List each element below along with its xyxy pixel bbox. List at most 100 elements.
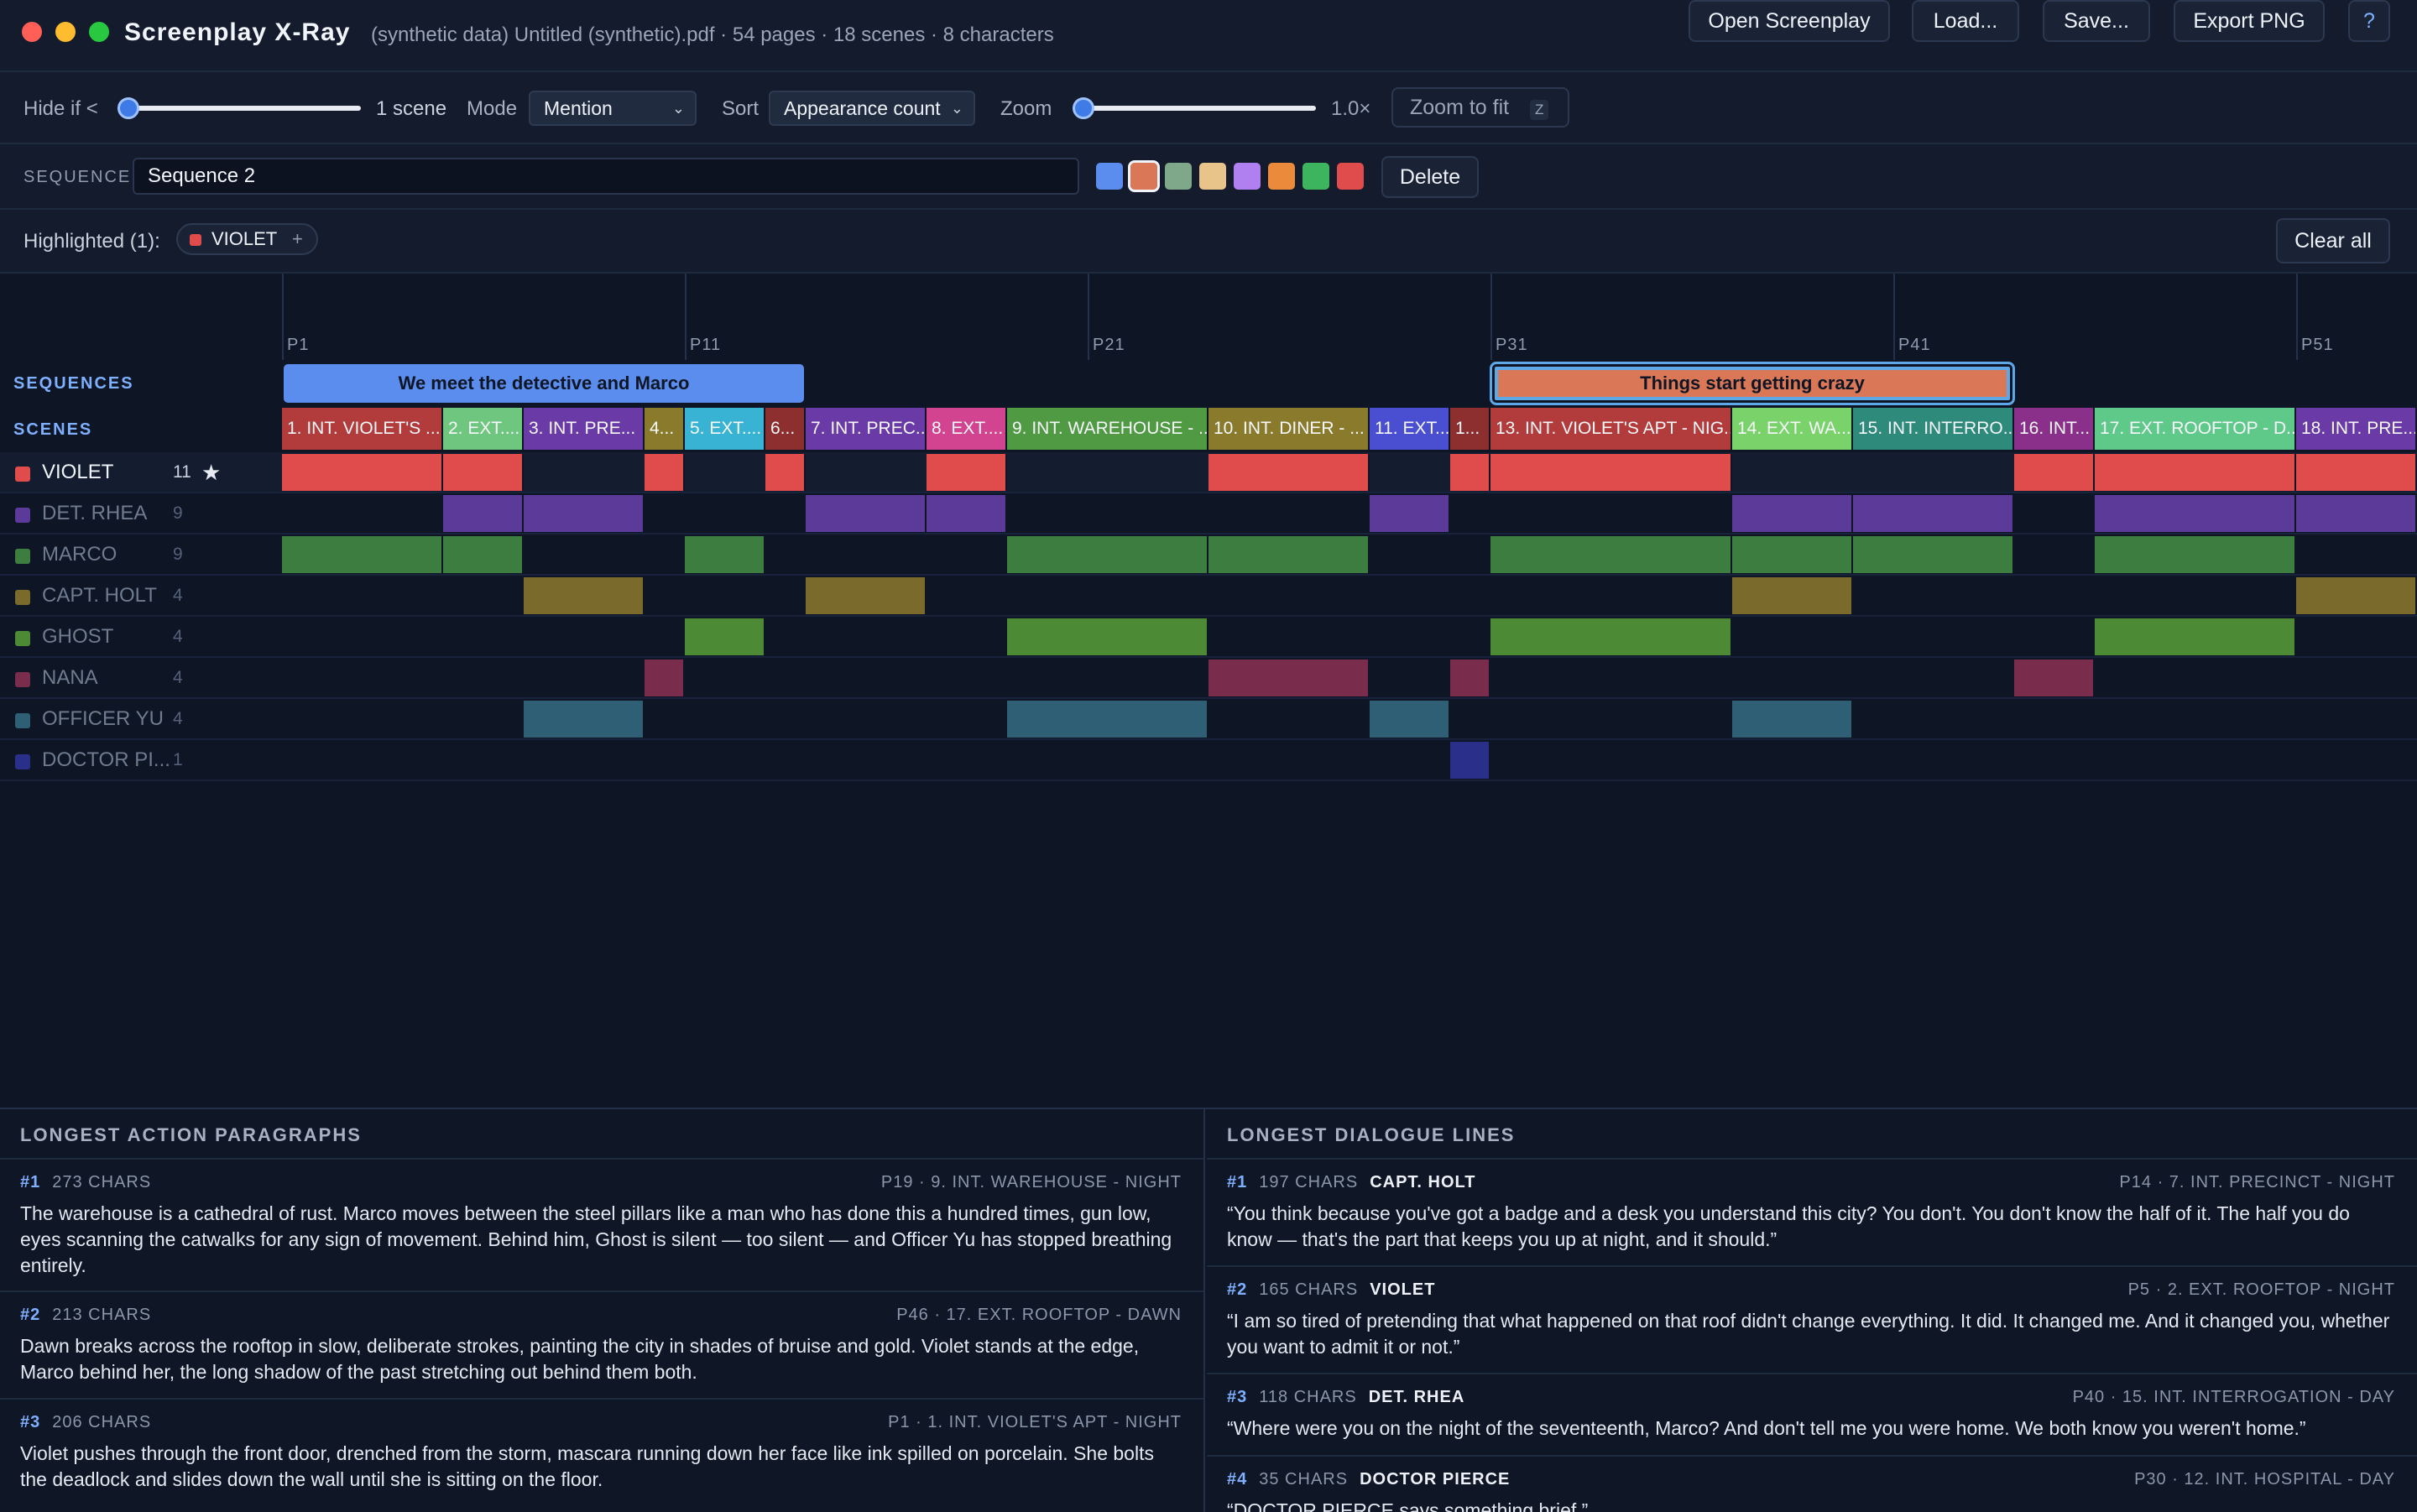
sequence-block[interactable]: Things start getting crazy [1492, 364, 2012, 403]
sequence-block[interactable]: We meet the detective and Marco [284, 364, 804, 403]
scene-block[interactable]: 1. INT. VIOLET'S ... [282, 408, 443, 450]
appearance-cell[interactable] [1450, 660, 1490, 696]
slider-thumb[interactable] [117, 97, 139, 119]
appearance-cell[interactable] [1370, 495, 1450, 532]
appearance-cell[interactable] [443, 454, 524, 491]
appearance-cell[interactable] [806, 577, 927, 614]
scene-block[interactable]: 14. EXT. WA... [1732, 408, 1853, 450]
appearance-cell[interactable] [1208, 536, 1370, 573]
appearance-cell[interactable] [1007, 536, 1208, 573]
appearance-cell[interactable] [1450, 454, 1490, 491]
hide-threshold-slider[interactable] [117, 97, 361, 119]
appearance-cell[interactable] [685, 536, 765, 573]
appearance-cell[interactable] [1490, 536, 1732, 573]
scene-location[interactable]: P14 · 7. INT. PRECINCT - NIGHT [2119, 1173, 2395, 1192]
appearance-cell[interactable] [443, 495, 524, 532]
close-window-button[interactable] [22, 22, 42, 42]
appearance-cell[interactable] [1853, 536, 2014, 573]
scene-block[interactable]: 2. EXT.... [443, 408, 524, 450]
appearance-cell[interactable] [2296, 454, 2417, 491]
scene-location[interactable]: P30 · 12. INT. HOSPITAL - DAY [2134, 1470, 2395, 1489]
color-swatch[interactable] [1337, 163, 1364, 190]
scene-block[interactable]: 5. EXT.... [685, 408, 765, 450]
appearance-cell[interactable] [524, 495, 645, 532]
scene-block[interactable]: 11. EXT.... [1370, 408, 1450, 450]
scene-block[interactable]: 15. INT. INTERRO... [1853, 408, 2014, 450]
save-button[interactable]: Save... [2043, 0, 2150, 42]
appearance-cell[interactable] [2014, 454, 2095, 491]
appearance-cell[interactable] [2095, 495, 2296, 532]
appearance-cell[interactable] [282, 454, 443, 491]
appearance-cell[interactable] [282, 536, 443, 573]
appearance-cell[interactable] [2095, 536, 2296, 573]
scene-block[interactable]: 18. INT. PRE... [2296, 408, 2417, 450]
appearance-cell[interactable] [524, 577, 645, 614]
color-swatch[interactable] [1128, 160, 1160, 192]
load-button[interactable]: Load... [1912, 0, 2019, 42]
color-swatch[interactable] [1165, 163, 1192, 190]
sequence-name-input[interactable]: Sequence 2 [133, 158, 1079, 195]
scene-block[interactable]: 16. INT... [2014, 408, 2095, 450]
color-swatch[interactable] [1234, 163, 1261, 190]
appearance-cell[interactable] [1450, 742, 1490, 779]
appearance-cell[interactable] [443, 536, 524, 573]
scene-location[interactable]: P19 · 9. INT. WAREHOUSE - NIGHT [881, 1173, 1182, 1192]
scene-block[interactable]: 6... [765, 408, 806, 450]
mode-select[interactable]: Mention ⌄ [529, 91, 697, 126]
appearance-cell[interactable] [685, 618, 765, 655]
scene-block[interactable]: 7. INT. PREC... [806, 408, 927, 450]
star-icon[interactable]: ★ [201, 452, 221, 493]
scene-block[interactable]: 17. EXT. ROOFTOP - D... [2095, 408, 2296, 450]
appearance-cell[interactable] [2095, 618, 2296, 655]
color-swatch[interactable] [1096, 163, 1123, 190]
scene-block[interactable]: 9. INT. WAREHOUSE - ... [1007, 408, 1208, 450]
appearance-cell[interactable] [1370, 701, 1450, 738]
export-png-button[interactable]: Export PNG [2174, 0, 2325, 42]
appearance-cell[interactable] [1007, 618, 1208, 655]
appearance-cell[interactable] [927, 495, 1007, 532]
appearance-cell[interactable] [1853, 495, 2014, 532]
scene-block[interactable]: 4... [645, 408, 685, 450]
scene-block[interactable]: 13. INT. VIOLET'S APT - NIG... [1490, 408, 1732, 450]
help-button[interactable]: ? [2348, 0, 2390, 42]
clear-all-button[interactable]: Clear all [2276, 218, 2390, 263]
appearance-cell[interactable] [1732, 577, 1853, 614]
appearance-cell[interactable] [645, 660, 685, 696]
appearance-cell[interactable] [806, 495, 927, 532]
appearance-cell[interactable] [1732, 495, 1853, 532]
appearance-cell[interactable] [1007, 701, 1208, 738]
delete-sequence-button[interactable]: Delete [1381, 156, 1479, 198]
scene-block[interactable]: 1... [1450, 408, 1490, 450]
sort-select[interactable]: Appearance count ⌄ [769, 91, 975, 126]
zoom-window-button[interactable] [89, 22, 109, 42]
zoom-to-fit-button[interactable]: Zoom to fit Z [1391, 87, 1569, 128]
appearance-cell[interactable] [2095, 454, 2296, 491]
color-swatch[interactable] [1268, 163, 1295, 190]
scene-location[interactable]: P40 · 15. INT. INTERROGATION - DAY [2073, 1388, 2395, 1407]
add-icon[interactable]: + [292, 228, 303, 249]
scene-block[interactable]: 8. EXT.... [927, 408, 1007, 450]
appearance-cell[interactable] [765, 454, 806, 491]
appearance-cell[interactable] [1208, 454, 1370, 491]
highlight-chip-violet[interactable]: VIOLET + [176, 223, 318, 255]
appearance-cell[interactable] [2296, 495, 2417, 532]
appearance-cell[interactable] [2296, 577, 2417, 614]
appearance-cell[interactable] [1732, 536, 1853, 573]
appearance-cell[interactable] [524, 701, 645, 738]
color-swatch[interactable] [1199, 163, 1226, 190]
appearance-cell[interactable] [927, 454, 1007, 491]
appearance-cell[interactable] [1490, 618, 1732, 655]
zoom-slider[interactable] [1073, 97, 1316, 119]
appearance-cell[interactable] [1208, 660, 1370, 696]
appearance-cell[interactable] [1732, 701, 1853, 738]
scene-location[interactable]: P5 · 2. EXT. ROOFTOP - NIGHT [2128, 1280, 2395, 1300]
scene-location[interactable]: P1 · 1. INT. VIOLET'S APT - NIGHT [888, 1413, 1182, 1432]
minimize-window-button[interactable] [55, 22, 76, 42]
scene-block[interactable]: 10. INT. DINER - ... [1208, 408, 1370, 450]
appearance-cell[interactable] [2014, 660, 2095, 696]
color-swatch[interactable] [1302, 163, 1329, 190]
open-screenplay-button[interactable]: Open Screenplay [1689, 0, 1890, 42]
scene-location[interactable]: P46 · 17. EXT. ROOFTOP - DAWN [896, 1306, 1182, 1325]
appearance-cell[interactable] [645, 454, 685, 491]
scene-block[interactable]: 3. INT. PRE... [524, 408, 645, 450]
